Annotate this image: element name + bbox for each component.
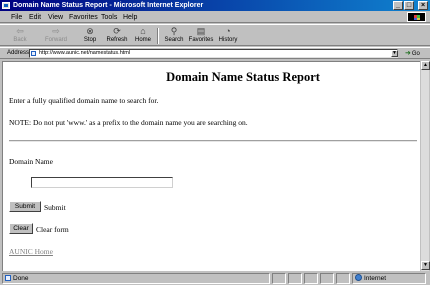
search-button[interactable]: ⚲ Search <box>160 26 188 45</box>
domain-name-label: Domain Name <box>9 157 53 166</box>
close-button[interactable]: × <box>418 1 428 10</box>
maximize-button[interactable]: □ <box>404 1 414 10</box>
note-text: NOTE: Do not put 'www.' as a prefix to t… <box>9 118 248 127</box>
horizontal-rule <box>9 140 417 143</box>
status-pane-5 <box>336 273 350 284</box>
windows-logo-icon <box>407 12 426 22</box>
favorites-icon: ▤ <box>196 26 206 36</box>
menu-edit[interactable]: Edit <box>29 13 41 22</box>
status-pane-2 <box>288 273 302 284</box>
status-pane-4 <box>320 273 334 284</box>
toolbar: ⇦ Back ⇨ Forward ⊗ Stop ⟳ Refresh ⌂ Home… <box>0 24 430 46</box>
title-bar: Domain Name Status Report - Microsoft In… <box>0 0 430 11</box>
window-title: Domain Name Status Report - Microsoft In… <box>13 2 204 9</box>
intro-text: Enter a fully qualified domain name to s… <box>9 96 159 105</box>
menu-favorites[interactable]: Favorites <box>69 13 98 22</box>
page-done-icon <box>5 275 11 281</box>
toolbar-separator <box>157 28 159 44</box>
address-bar: Address http://www.aunic.net/namestatus.… <box>0 47 430 59</box>
forward-button[interactable]: ⇨ Forward <box>42 26 70 45</box>
address-input[interactable]: http://www.aunic.net/namestatus.html <box>29 49 398 58</box>
status-bar: Done Internet <box>0 272 430 285</box>
scroll-down-button[interactable]: ▼ <box>421 261 430 270</box>
vertical-scrollbar[interactable]: ▲ ▼ <box>420 61 430 271</box>
go-button[interactable]: ➜Go <box>405 49 420 59</box>
refresh-button[interactable]: ⟳ Refresh <box>103 26 131 45</box>
refresh-icon: ⟳ <box>113 26 121 36</box>
page-title: Domain Name Status Report <box>166 70 320 84</box>
menu-file[interactable]: File <box>11 13 22 22</box>
home-button[interactable]: ⌂ Home <box>129 26 157 45</box>
address-dropdown-button[interactable]: ▼ <box>391 50 398 57</box>
ie-app-icon[interactable] <box>2 2 10 9</box>
clear-caption: Clear form <box>36 225 69 234</box>
menu-bar: File Edit View Favorites Tools Help <box>0 12 430 23</box>
status-pane-1 <box>272 273 286 284</box>
status-pane-3 <box>304 273 318 284</box>
history-icon: ◔ <box>225 26 231 36</box>
minimize-button[interactable]: _ <box>393 1 403 10</box>
menu-help[interactable]: Help <box>123 13 137 22</box>
stop-button[interactable]: ⊗ Stop <box>76 26 104 45</box>
go-arrow-icon: ➜ <box>405 50 411 57</box>
status-text-pane: Done <box>2 273 270 284</box>
internet-zone-icon <box>355 274 362 281</box>
scroll-up-button[interactable]: ▲ <box>421 61 430 70</box>
submit-button[interactable]: Submit <box>9 201 41 212</box>
security-zone-pane: Internet <box>352 273 426 284</box>
address-label: Address <box>7 50 30 56</box>
menu-view[interactable]: View <box>48 13 63 22</box>
page-icon <box>31 51 36 56</box>
domain-name-input[interactable] <box>31 177 173 188</box>
forward-arrow-icon: ⇨ <box>52 26 60 36</box>
back-arrow-icon: ⇦ <box>16 26 24 36</box>
home-icon: ⌂ <box>140 26 146 36</box>
clear-button[interactable]: Clear <box>9 223 33 234</box>
favorites-button[interactable]: ▤ Favorites <box>187 26 215 45</box>
page-content: Domain Name Status Report Enter a fully … <box>2 61 420 271</box>
search-icon: ⚲ <box>170 26 178 36</box>
aunic-home-link[interactable]: AUNIC Home <box>9 247 53 256</box>
history-button[interactable]: ◔ History <box>214 26 242 45</box>
menu-tools[interactable]: Tools <box>101 13 117 22</box>
stop-icon: ⊗ <box>86 26 94 36</box>
back-button[interactable]: ⇦ Back <box>6 26 34 45</box>
submit-caption: Submit <box>44 203 66 212</box>
